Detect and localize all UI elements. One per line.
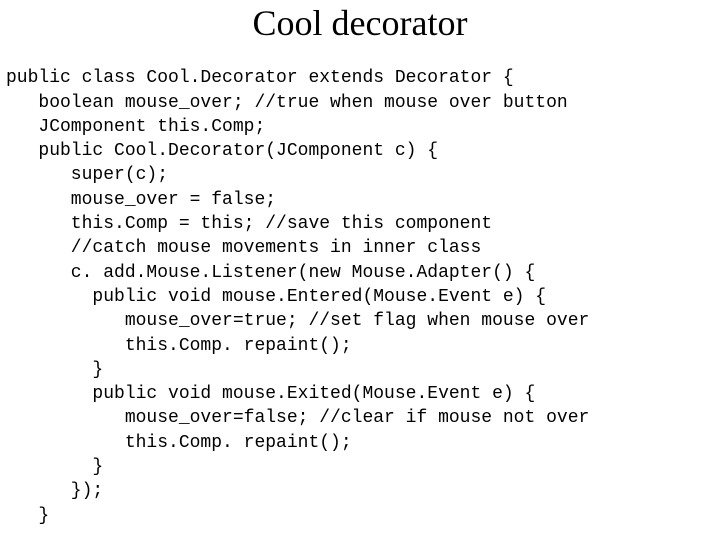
slide: Cool decorator public class Cool.Decorat…: [0, 0, 720, 540]
code-line: this.Comp. repaint();: [6, 433, 352, 453]
code-line: public void mouse.Exited(Mouse.Event e) …: [6, 384, 535, 404]
code-line: public Cool.Decorator(JComponent c) {: [6, 141, 438, 161]
code-line: mouse_over=true; //set flag when mouse o…: [6, 311, 589, 331]
code-line: mouse_over = false;: [6, 190, 276, 210]
code-line: c. add.Mouse.Listener(new Mouse.Adapter(…: [6, 263, 535, 283]
code-line: public class Cool.Decorator extends Deco…: [6, 68, 514, 88]
code-line: super(c);: [6, 165, 168, 185]
code-line: //catch mouse movements in inner class: [6, 238, 481, 258]
code-line: mouse_over=false; //clear if mouse not o…: [6, 408, 589, 428]
code-line: }: [6, 360, 103, 380]
slide-title: Cool decorator: [0, 0, 720, 44]
code-line: JComponent this.Comp;: [6, 117, 265, 137]
code-line: this.Comp = this; //save this component: [6, 214, 492, 234]
code-block: public class Cool.Decorator extends Deco…: [0, 42, 720, 552]
code-line: }: [6, 457, 103, 477]
code-line: public void mouse.Entered(Mouse.Event e)…: [6, 287, 546, 307]
code-line: boolean mouse_over; //true when mouse ov…: [6, 93, 568, 113]
code-line: });: [6, 481, 103, 501]
code-line: }: [6, 506, 49, 526]
code-line: this.Comp. repaint();: [6, 336, 352, 356]
